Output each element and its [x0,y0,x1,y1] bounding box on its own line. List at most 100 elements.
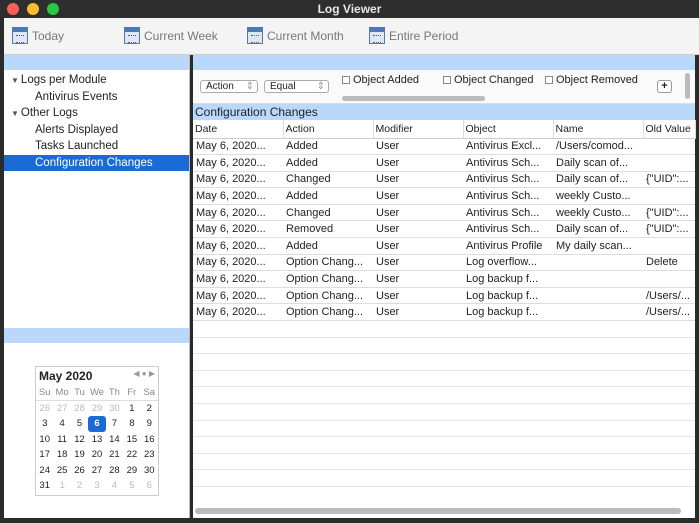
filter-horizontal-scrollbar[interactable] [342,96,485,101]
calendar-day[interactable]: 29 [123,463,140,479]
entire-period-button[interactable]: Entire Period [369,27,458,44]
today-dot-icon[interactable]: ● [142,369,147,378]
table-row[interactable]: May 6, 2020... Option Chang... User Log ove… [193,254,695,272]
table-row[interactable]: May 6, 2020... Option Chang... User Log bac… [193,303,695,322]
calendar-day[interactable]: 27 [53,401,70,417]
zoom-button[interactable] [47,3,59,15]
disclosure-triangle-icon[interactable]: ▼ [11,109,19,118]
tree-item[interactable]: Alerts Displayed [4,122,189,139]
minimize-button[interactable] [27,3,39,15]
right-header-band [193,55,695,70]
column-header[interactable]: Action [283,120,374,139]
calendar-day[interactable]: 17 [36,447,53,463]
calendar-day[interactable]: 12 [71,432,88,448]
calendar-day[interactable]: 2 [141,401,158,417]
tree-item[interactable]: ▼ Logs per Module [4,72,189,89]
table-row[interactable]: May 6, 2020... Added User Antivirus Excl...… [193,138,695,156]
table-horizontal-scrollbar[interactable] [195,508,681,514]
table-cell: Option Chang... [283,287,373,305]
table-row[interactable]: May 6, 2020... Added User Antivirus Profile… [193,237,695,255]
calendar-day[interactable]: 30 [106,401,123,417]
table-cell: May 6, 2020... [193,237,283,255]
table-row[interactable]: May 6, 2020... Changed User Antivirus Sch..… [193,171,695,189]
today-button[interactable]: Today [12,27,64,44]
filter-vertical-scrollbar[interactable] [685,73,690,99]
operator-select[interactable]: Equal ⇕ [264,80,329,93]
object-added-checkbox[interactable]: Object Added [342,74,419,86]
table-cell: Antivirus Sch... [463,154,553,172]
table-row[interactable]: May 6, 2020... Option Chang... User Log bac… [193,270,695,288]
calendar-day[interactable]: 3 [36,416,53,432]
calendar-day[interactable]: 3 [88,478,105,494]
calendar-day[interactable]: 6 [141,478,158,494]
calendar-day[interactable]: 1 [53,478,70,494]
calendar-day[interactable]: 4 [106,478,123,494]
object-removed-checkbox[interactable]: Object Removed [545,74,638,86]
tree-item[interactable]: Antivirus Events [4,89,189,106]
column-header[interactable]: Modifier [373,120,464,139]
calendar-month-title: May 2020 [39,369,93,383]
next-month-icon[interactable]: ▶ [149,369,155,378]
calendar-day[interactable]: 19 [71,447,88,463]
calendar-day[interactable]: 5 [123,478,140,494]
day-of-week-label: Mo [53,385,71,401]
calendar-day[interactable]: 24 [36,463,53,479]
calendar-day[interactable]: 29 [88,401,105,417]
calendar-day[interactable]: 13 [88,432,105,448]
calendar-day[interactable]: 18 [53,447,70,463]
object-changed-checkbox[interactable]: Object Changed [443,74,534,86]
table-cell [553,303,643,322]
calendar-day[interactable]: 5 [71,416,88,432]
calendar-day[interactable]: 28 [71,401,88,417]
disclosure-triangle-icon[interactable]: ▼ [11,76,19,85]
table-cell: May 6, 2020... [193,187,283,205]
table-row[interactable]: May 6, 2020... Removed User Antivirus Sch..… [193,220,695,239]
calendar-day[interactable]: 25 [53,463,70,479]
calendar-day[interactable]: 21 [106,447,123,463]
calendar-day[interactable]: 6 [88,416,106,432]
calendar-day[interactable]: 31 [36,478,53,494]
calendar-day[interactable]: 7 [106,416,123,432]
date-picker[interactable]: May 2020 ◀ ● ▶ Su Mo Tu We Th Fr Sa 26 27 28 29 30 1… [35,366,159,496]
calendar-day[interactable]: 14 [106,432,123,448]
calendar-day[interactable]: 11 [53,432,70,448]
calendar-day[interactable]: 20 [88,447,105,463]
table-cell: Option Chang... [283,303,373,322]
calendar-day[interactable]: 26 [71,463,88,479]
column-header[interactable]: Old Value [643,120,696,139]
calendar-day[interactable]: 22 [123,447,140,463]
table-row[interactable]: May 6, 2020... Added User Antivirus Sch... D… [193,154,695,172]
calendar-day[interactable]: 10 [36,432,53,448]
tree-item[interactable]: Tasks Launched [4,138,189,155]
tree-item[interactable]: ▼ Other Logs [4,105,189,122]
calendar-day[interactable]: 30 [141,463,158,479]
close-button[interactable] [7,3,19,15]
column-header[interactable]: Name [553,120,644,139]
calendar-day[interactable]: 28 [106,463,123,479]
calendar-day[interactable]: 16 [141,432,158,448]
calendar-day[interactable]: 23 [141,447,158,463]
calendar-day[interactable]: 9 [141,416,158,432]
current-week-button[interactable]: Current Week [124,27,218,44]
calendar-day[interactable]: 2 [71,478,88,494]
calendar-day[interactable]: 8 [123,416,140,432]
calendar-day[interactable]: 15 [123,432,140,448]
table-cell: /Users/... [643,303,695,322]
calendar-day[interactable]: 4 [53,416,70,432]
empty-row [193,320,695,338]
left-header-band [4,55,189,70]
field-select[interactable]: Action ⇕ [200,80,258,93]
table-row[interactable]: May 6, 2020... Changed User Antivirus Sch..… [193,204,695,222]
calendar-day[interactable]: 1 [123,401,140,417]
calendar-day[interactable]: 26 [36,401,53,417]
prev-month-icon[interactable]: ◀ [133,369,139,378]
current-month-button[interactable]: Current Month [247,27,344,44]
table-row[interactable]: May 6, 2020... Added User Antivirus Sch... w… [193,187,695,205]
table-row[interactable]: May 6, 2020... Option Chang... User Log bac… [193,287,695,305]
tree-item[interactable]: Configuration Changes [4,154,189,171]
tree-item-label: Tasks Launched [35,140,119,152]
add-filter-button[interactable]: + [657,80,672,93]
column-header[interactable]: Date [193,120,284,139]
calendar-day[interactable]: 27 [88,463,105,479]
column-header[interactable]: Object [463,120,554,139]
